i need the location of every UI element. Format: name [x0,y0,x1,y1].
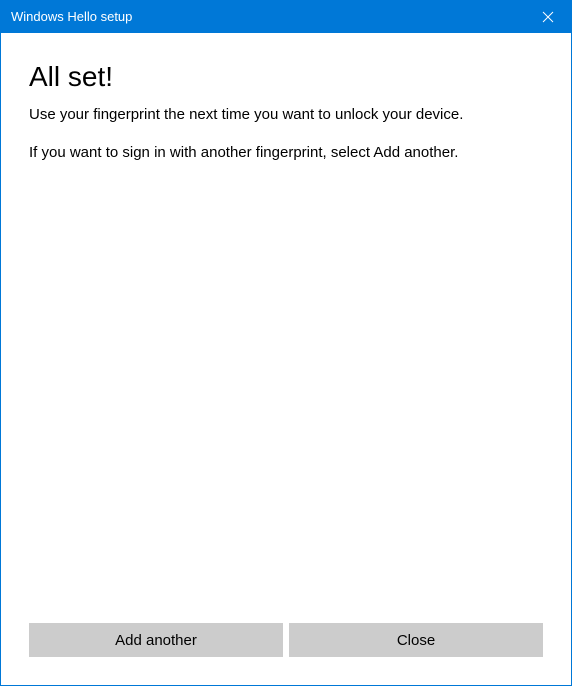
close-button[interactable]: Close [289,623,543,657]
window-close-button[interactable] [525,1,571,33]
dialog-paragraph-2: If you want to sign in with another fing… [29,143,543,163]
button-row: Add another Close [1,623,571,685]
add-another-button[interactable]: Add another [29,623,283,657]
dialog-content: All set! Use your fingerprint the next t… [1,33,571,623]
dialog-heading: All set! [29,61,543,93]
dialog-paragraph-1: Use your fingerprint the next time you w… [29,105,543,125]
close-icon [542,11,554,23]
window-title: Windows Hello setup [11,1,132,33]
dialog-window: Windows Hello setup All set! Use your fi… [0,0,572,686]
titlebar: Windows Hello setup [1,1,571,33]
